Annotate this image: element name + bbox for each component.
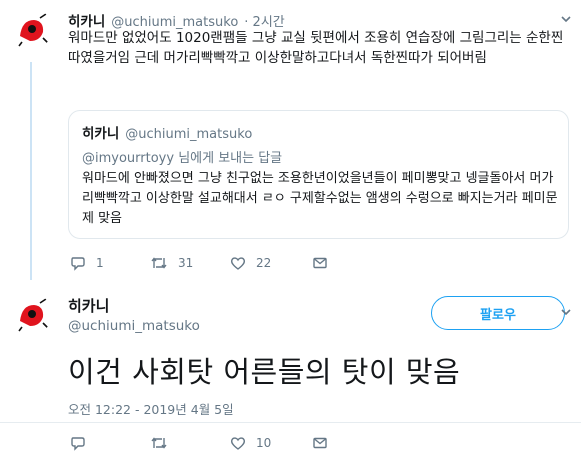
chevron-down-icon[interactable]: [560, 13, 572, 25]
divider: [0, 422, 581, 423]
reply-action[interactable]: 1: [70, 255, 104, 271]
avatar-image: [10, 293, 52, 335]
like-count: 22: [256, 256, 272, 270]
like-action[interactable]: 22: [230, 255, 271, 271]
avatar[interactable]: [10, 293, 52, 335]
reply-to-handle[interactable]: @imyourrtoyy: [82, 151, 174, 166]
retweet-count: 31: [178, 256, 194, 270]
tweet1-header: 히카니 @uchiumi_matsuko · 2시간: [68, 10, 285, 30]
retweet-action[interactable]: 31: [150, 255, 193, 271]
avatar[interactable]: [10, 8, 52, 50]
like-action[interactable]: 10: [230, 435, 271, 451]
message-icon[interactable]: [312, 435, 328, 451]
reply-to-suffix: 님에게 보내는 답글: [174, 151, 283, 166]
quote-text: 워마드에 안빠졌으면 그냥 친구없는 조용한년이었을년들이 페미뽕맞고 넹글돌아…: [82, 171, 558, 226]
heart-icon: [230, 437, 246, 450]
retweet-icon: [151, 257, 167, 269]
follow-button[interactable]: 팔로우: [431, 296, 565, 330]
timestamp[interactable]: 오전 12:22 - 2019년 4월 5일: [68, 399, 234, 418]
message-icon[interactable]: [312, 255, 328, 271]
like-count: 10: [256, 436, 272, 450]
quoted-tweet[interactable]: 히카니 @uchiumi_matsuko @imyourrtoyy 님에게 보내…: [68, 110, 569, 239]
reply-icon: [71, 257, 85, 271]
chevron-down-icon[interactable]: [560, 306, 572, 318]
quote-header: 히카니 @uchiumi_matsuko: [82, 122, 252, 142]
heart-icon: [230, 257, 246, 270]
thread-line: [30, 62, 32, 280]
tweet-text: 워마드만 없었어도 1020랜팸들 그냥 교실 뒷편에서 조용히 연습장에 그림…: [68, 30, 564, 66]
display-name[interactable]: 히카니: [68, 295, 109, 316]
avatar-image: [10, 8, 52, 50]
display-name[interactable]: 히카니: [68, 10, 105, 30]
quote-display-name: 히카니: [82, 126, 120, 142]
tweet-text: 이건 사회탓 어른들의 탓이 맞음: [68, 355, 461, 389]
retweet-icon[interactable]: [150, 435, 168, 451]
reply-icon[interactable]: [70, 435, 86, 451]
quote-user-handle: @uchiumi_matsuko: [125, 127, 253, 142]
reply-count: 1: [96, 256, 104, 270]
user-handle[interactable]: @uchiumi_matsuko: [68, 318, 200, 334]
reply-context: @imyourrtoyy 님에게 보내는 답글: [82, 147, 282, 166]
